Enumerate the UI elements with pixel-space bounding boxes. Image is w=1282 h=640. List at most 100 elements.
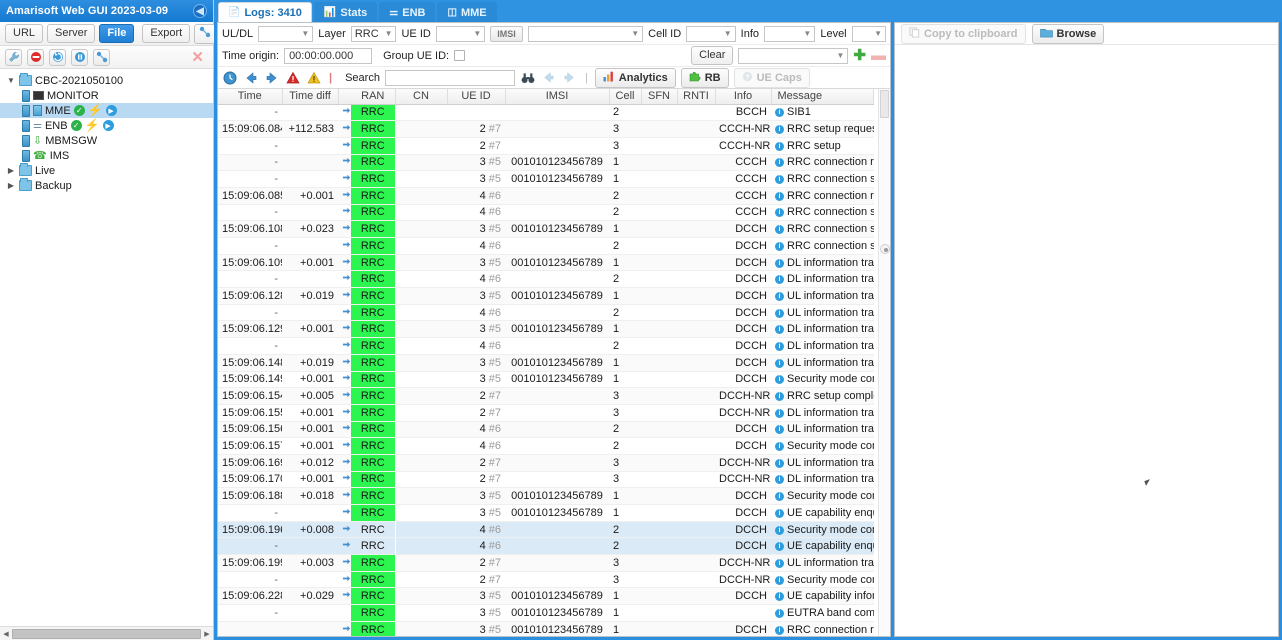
col-time[interactable]: Time [218,89,283,105]
info-select[interactable]: ▼ [764,25,816,42]
layer-select[interactable]: RRC ▼ [350,25,397,42]
table-row[interactable]: 15:09:06.109 +0.001 RRC 3 #5 001010123456789… [218,254,874,272]
expand-caret-icon[interactable]: ▶ [6,166,16,175]
col-ran[interactable]: RAN [351,89,396,105]
ueid-select[interactable]: ▼ [435,25,486,42]
table-row[interactable]: - RRC 4 #6 2 DCCHiUL information transfer [218,304,874,322]
copy-to-clipboard-button[interactable]: Copy to clipboard [901,23,1026,44]
table-row[interactable]: 15:09:06.085 +0.001 RRC 4 #6 2 CCCH i RRC conne… [218,187,874,205]
binoculars-icon[interactable] [520,70,536,86]
wrench-icon[interactable] [5,48,22,66]
table-row[interactable]: 15:09:06.149 +0.001 RRC 3 #5 001010123456789… [218,371,874,389]
table-row[interactable]: - RRC 4 #6 2 DCCHiDL information transfer [218,270,874,289]
search-prev-icon[interactable] [541,70,557,86]
table-row[interactable]: 15:09:06.154 +0.005 RRC 2 #7 3 DCCH-NR i RRC se… [218,387,874,405]
table-row[interactable]: 15:09:06.199 +0.003 RRC 2 #7 3 DCCH-NR i UL inf… [218,554,874,572]
table-row[interactable]: 15:09:06.128 +0.019 RRC 3 #5 001010123456789… [218,287,874,305]
tree-item-ims[interactable]: ☎ IMS [0,148,213,163]
add-preset-icon[interactable]: ✚ [853,48,866,63]
table-row[interactable]: 15:09:06.148 +0.019 RRC 3 #5 001010123456789… [218,354,874,372]
col-rnti[interactable]: RNTI [677,89,716,105]
tab-mme[interactable]: ◫ MME [437,2,497,22]
play-icon[interactable]: ▶ [102,120,114,131]
table-row[interactable]: - RRC 3 #5 001010123456789 1 CCCH i RRC connect… [218,154,874,172]
tree-item-live[interactable]: ▶ Live [0,163,213,178]
ue-caps-button[interactable]: ? UE Caps [733,67,810,88]
table-row[interactable]: - RRC 3 #5 001010123456789 1 CCCH i RRC connect… [218,170,874,188]
clear-button[interactable]: Clear [691,46,734,65]
tab-logs[interactable]: 📄 Logs: 3410 [218,2,312,22]
preset-select[interactable]: ▼ [738,47,849,64]
table-row[interactable]: - RRC 3 #50010101234567891 iEUTRA band comb… [218,604,874,622]
export-button[interactable]: Export [142,24,191,43]
table-row[interactable]: 15:09:06.169 +0.012 RRC 2 #7 3 DCCH-NR i UL inf… [218,454,874,472]
clock-icon[interactable] [222,70,238,86]
col-info[interactable]: Info [715,89,772,105]
scroll-thumb[interactable] [880,90,889,118]
plug-icon[interactable] [93,48,110,66]
table-row[interactable]: - RRC 4 #6 2 DCCHiDL information transfer [218,337,874,355]
tree-item-monitor[interactable]: MONITOR [0,88,213,103]
rb-button[interactable]: RB [680,67,729,88]
remove-preset-icon[interactable]: ▬ [871,48,886,63]
sidebar-horizontal-scrollbar[interactable]: ◀ ▶ [0,626,213,640]
tree-item-cbc[interactable]: ▼ CBC-2021050100 [0,73,213,88]
col-timediff[interactable]: Time diff [282,89,339,105]
group-ueid-checkbox[interactable] [454,50,466,61]
imsi-button[interactable]: IMSI [490,25,523,42]
error-icon[interactable] [285,70,301,86]
time-origin-input[interactable]: 00:00:00.000 [284,47,373,64]
table-row[interactable]: - RRC 3 #5 001010123456789 1 DCCH i UE capabili… [218,504,874,522]
detail-body[interactable] [895,45,1278,636]
table-row[interactable]: 15:09:06.196 +0.008 RRC 4 #6 2 DCCH i Security … [218,521,874,539]
scroll-thumb[interactable] [12,628,201,639]
table-row[interactable]: - RRC 4 #6 2 DCCHiUE capability enquiry [218,537,874,556]
table-row[interactable]: - RRC 4 #6 2 DCCHiRRC connection setup compl… [218,237,874,255]
scroll-grip-icon[interactable] [880,244,890,254]
col-cn[interactable]: CN [395,89,448,105]
table-row[interactable]: - RRC 4 #6 2 CCCHiRRC connection setup [218,204,874,222]
table-row[interactable]: 15:09:06.157 +0.001 RRC 4 #6 2 DCCH i Security … [218,437,874,455]
connect-icon[interactable] [194,23,217,44]
tab-enb[interactable]: ⚌ ENB [379,2,436,22]
level-select[interactable]: ▼ [851,25,886,42]
col-cell[interactable]: Cell [609,89,642,105]
logs-vertical-scrollbar[interactable] [878,89,890,636]
col-imsi[interactable]: IMSI [505,89,610,105]
tree-item-mbmsgw[interactable]: ⇩ MBMSGW [0,133,213,148]
scroll-right-icon[interactable]: ▶ [201,630,213,638]
table-row[interactable]: - RRC 2 #7 3 DCCH-NRiSecurity mode command [218,571,874,589]
col-message[interactable]: Message [771,89,874,105]
source-server-button[interactable]: Server [47,24,96,43]
imsi-select[interactable]: ▼ [527,25,644,42]
table-row[interactable]: 15:09:06.108 +0.023 RRC 3 #5 001010123456789… [218,220,874,238]
browse-button[interactable]: Browse [1031,23,1105,44]
col-sfn[interactable]: SFN [641,89,678,105]
arrow-left-blue-icon[interactable] [243,70,259,86]
table-row[interactable]: 15:09:06.156 +0.001 RRC 4 #6 2 DCCH i UL inform… [218,421,874,439]
tab-stats[interactable]: 📊 Stats [313,2,378,22]
cellid-select[interactable]: ▼ [686,25,736,42]
table-row[interactable]: RRC 3 #5 001010123456789 1 DCCH i RRC connecti… [218,621,874,636]
analytics-button[interactable]: Analytics [594,67,676,88]
refresh-icon[interactable] [49,48,66,66]
warning-icon[interactable] [306,70,322,86]
source-file-button[interactable]: File [99,24,135,43]
table-row[interactable]: 15:09:06.188 +0.018 RRC 3 #5 001010123456789… [218,487,874,505]
logs-table-wrapper[interactable]: Time Time diff RAN CN UE ID IMSI Cell SF… [218,89,890,636]
table-row[interactable]: 15:09:06.228 +0.029 RRC 3 #5 001010123456789… [218,587,874,606]
table-row[interactable]: - RRC 2 BCCH i SIB1 [218,104,874,122]
play-icon[interactable]: ▶ [105,105,117,116]
table-row[interactable]: 15:09:06.129 +0.001 RRC 3 #5 001010123456789… [218,320,874,339]
table-row[interactable]: 15:09:06.084 +112.583 RRC 2 #7 3 CCCH-NR i RRC … [218,120,874,138]
tree-item-mme[interactable]: MME ✓ ⚡ ▶ [0,103,213,118]
search-input[interactable] [384,69,515,86]
tree-item-backup[interactable]: ▶ Backup [0,178,213,193]
uldl-select[interactable]: ▼ [258,25,314,42]
pause-icon[interactable] [71,48,88,66]
col-ueid[interactable]: UE ID [447,89,506,105]
stop-icon[interactable] [27,48,44,66]
expand-caret-icon[interactable]: ▶ [6,181,16,190]
search-next-icon[interactable] [562,70,578,86]
collapse-sidebar-icon[interactable]: ◀ [193,4,207,18]
